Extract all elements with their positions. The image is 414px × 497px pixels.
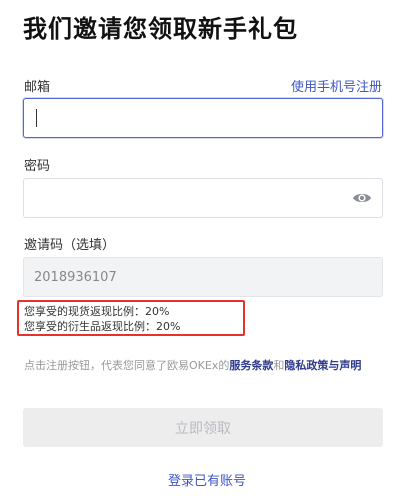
invite-field bbox=[23, 257, 383, 297]
password-label: 密码 bbox=[24, 159, 51, 174]
phone-register-link[interactable]: 使用手机号注册 bbox=[291, 76, 382, 95]
agreement-prefix: 点击注册按钮，代表您同意了欧易OKEx的 bbox=[24, 359, 230, 372]
derivatives-rebate-text: 您享受的衍生品返现比例：20% bbox=[24, 320, 181, 333]
page-title: 我们邀请您领取新手礼包 bbox=[23, 15, 298, 43]
spot-rebate-text: 您享受的现货返现比例：20% bbox=[24, 305, 170, 318]
email-input[interactable] bbox=[24, 99, 382, 137]
privacy-policy-link[interactable]: 隐私政策与声明 bbox=[284, 359, 361, 372]
email-field[interactable] bbox=[23, 98, 383, 138]
terms-of-service-link[interactable]: 服务条款 bbox=[229, 359, 273, 372]
eye-icon[interactable] bbox=[352, 190, 372, 206]
agreement-conjunction: 和 bbox=[273, 359, 285, 372]
login-link[interactable]: 登录已有账号 bbox=[0, 470, 414, 489]
invite-label: 邀请码（选填） bbox=[24, 238, 116, 253]
agreement-text: 点击注册按钮，代表您同意了欧易OKEx的服务条款和隐私政策与声明 bbox=[24, 357, 386, 375]
claim-button[interactable]: 立即领取 bbox=[23, 408, 383, 447]
email-label: 邮箱 bbox=[24, 80, 51, 95]
password-input[interactable] bbox=[24, 179, 382, 217]
text-caret bbox=[36, 109, 37, 127]
password-field[interactable] bbox=[23, 178, 383, 218]
invite-input bbox=[24, 258, 382, 296]
